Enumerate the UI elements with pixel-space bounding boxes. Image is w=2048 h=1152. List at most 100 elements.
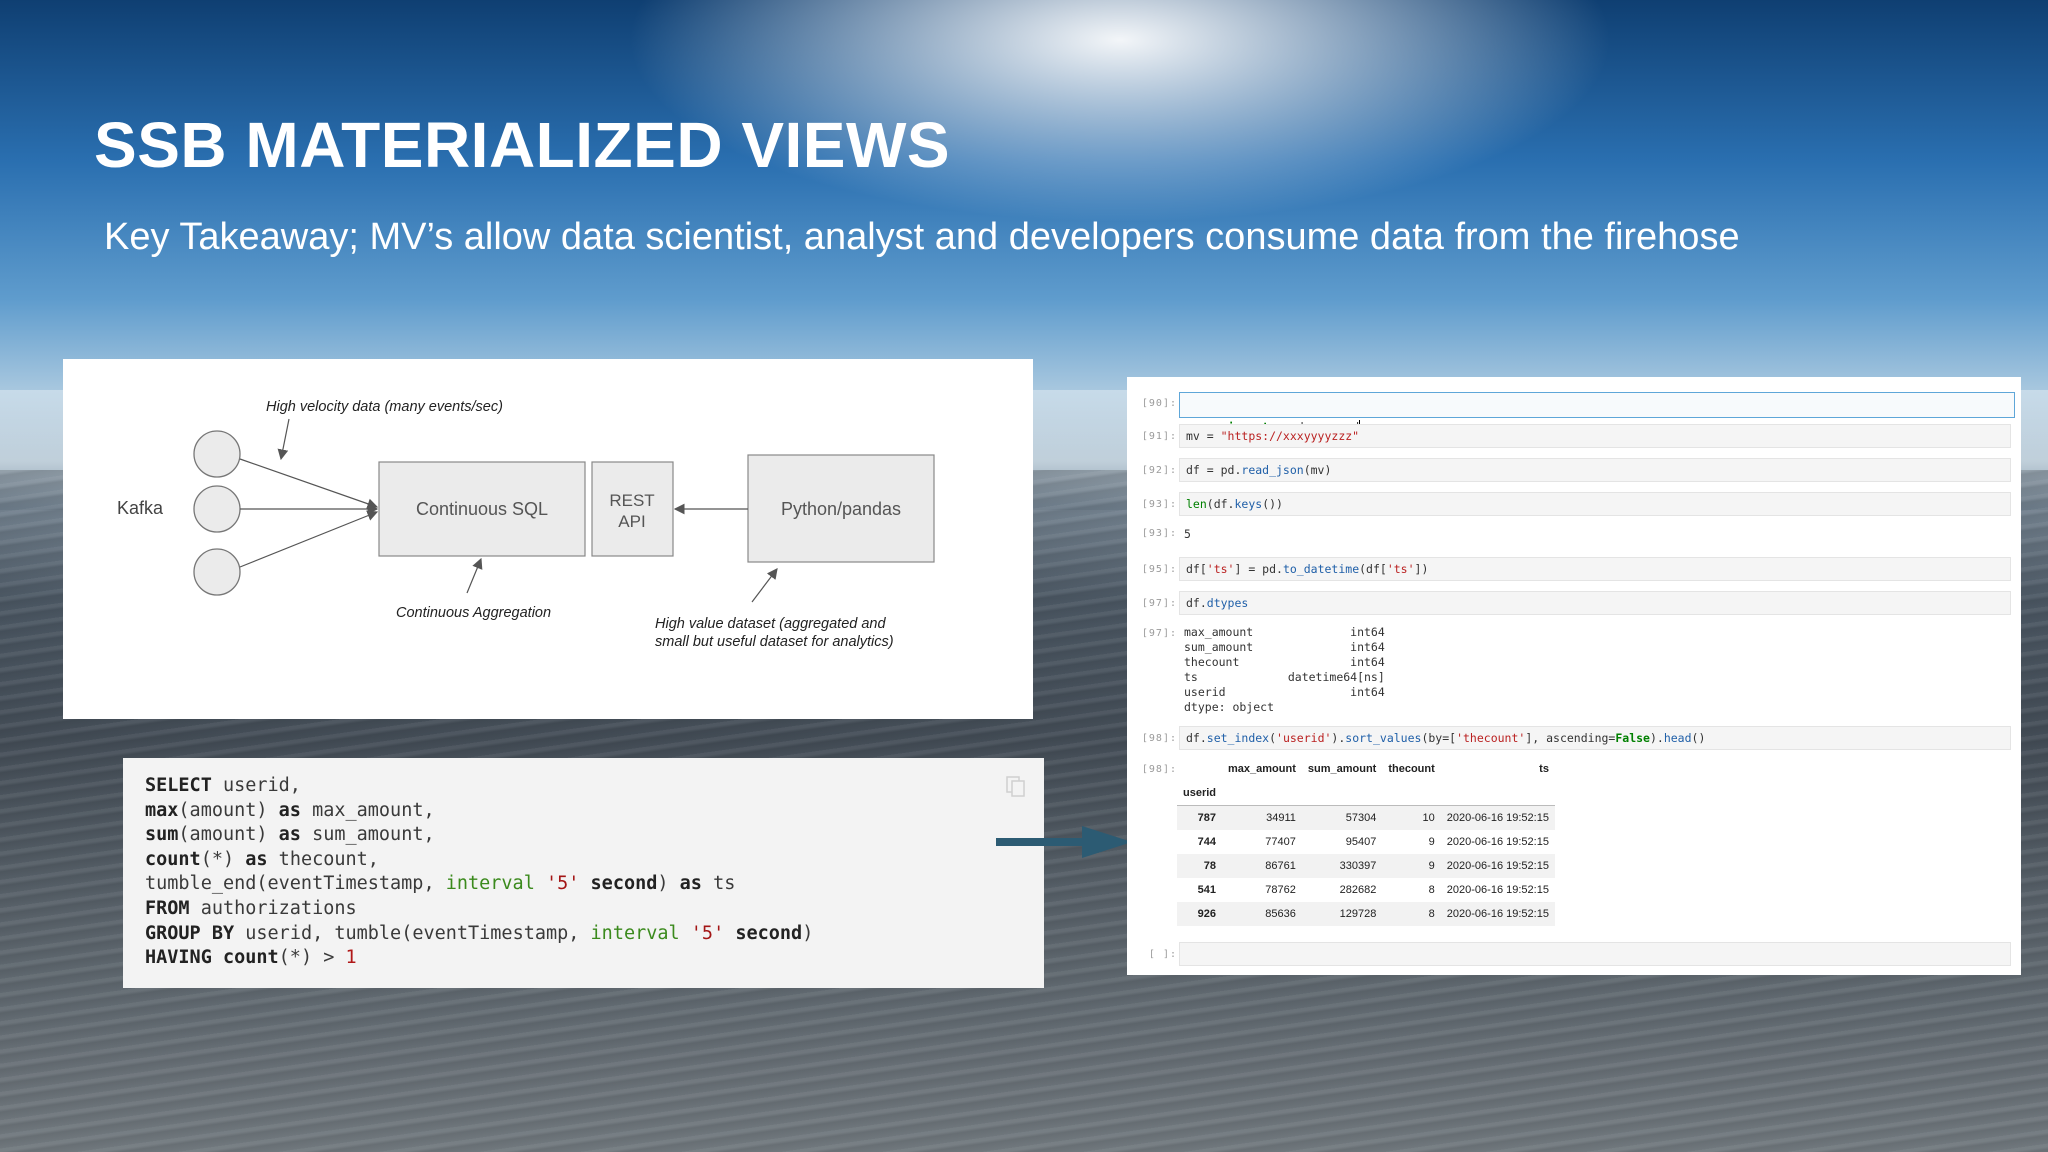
table-cell: 34911	[1266, 812, 1296, 824]
code-token: len	[1186, 497, 1207, 511]
sql-keyword: max	[145, 799, 179, 821]
sql-keyword: count	[145, 848, 201, 870]
sql-string: '5'	[545, 873, 580, 895]
sql-number: 1	[345, 947, 357, 969]
code-token: False	[1615, 731, 1650, 745]
code-input[interactable]: df = pd.read_json(mv)	[1179, 458, 2011, 482]
kafka-node-1	[193, 430, 241, 478]
table-cell: 77407	[1265, 836, 1296, 848]
table-cell: 129728	[1339, 908, 1377, 920]
table-cell: 787	[1197, 812, 1217, 824]
table-cell: 95407	[1345, 836, 1377, 848]
sql-keyword: as	[278, 799, 301, 821]
sql-line: count(*) as thecount,	[145, 848, 379, 870]
output-prompt: [98]:	[1141, 764, 1177, 775]
table-cell: 8	[1428, 908, 1435, 920]
empty-code-input[interactable]	[1179, 942, 2011, 966]
notebook-cell: [91]: mv = "https://xxxyyyyzzz"	[1127, 424, 2021, 450]
sql-keyword: interval	[445, 873, 535, 895]
sql-line: sum(amount) as sum_amount,	[145, 824, 435, 846]
sql-keyword: as	[245, 848, 268, 870]
table-cell: 10	[1422, 812, 1435, 824]
table-row: 926 85636 129728 8 2020-06-16 19:52:15	[1177, 902, 1555, 926]
connector-arrow-icon	[996, 826, 1132, 858]
cell-prompt: [97]:	[1141, 598, 1177, 609]
table-cell: 2020-06-16 19:52:15	[1446, 860, 1549, 872]
output-prompt: [93]:	[1141, 528, 1177, 539]
architecture-diagram: Kafka Continuous SQL REST API Python/pan…	[63, 359, 1033, 719]
output-text: 5	[1184, 527, 1191, 541]
code-token: read_json	[1241, 463, 1304, 477]
notebook-output: [97]: max_amount int64 sum_amount int64 …	[1127, 625, 2021, 715]
copy-icon[interactable]	[1006, 776, 1026, 798]
notebook-cell: [97]: df.dtypes	[1127, 591, 2021, 617]
sql-keyword: second	[590, 873, 658, 895]
index-header-row: userid	[1177, 781, 1555, 806]
cell-prompt: [91]:	[1141, 431, 1177, 442]
cell-prompt: [90]:	[1141, 398, 1177, 409]
code-token: sort_values	[1345, 731, 1422, 745]
output-prompt: [97]:	[1141, 628, 1177, 639]
code-token: keys	[1234, 497, 1263, 511]
code-token: head	[1663, 731, 1692, 745]
arrow-kafka1-sql	[239, 458, 379, 509]
code-input[interactable]: len(df.keys())	[1179, 492, 2011, 516]
code-token: dtypes	[1206, 596, 1249, 610]
table-cell: 2020-06-16 19:52:15	[1446, 908, 1549, 920]
code-input[interactable]: import pandas as pd	[1179, 392, 2015, 434]
table-cell: 2020-06-16 19:52:15	[1446, 836, 1549, 848]
table-cell: 744	[1197, 836, 1217, 848]
arrow-high-value	[751, 568, 778, 603]
high-value-annotation-line2: small but useful dataset for analytics)	[655, 634, 894, 650]
sql-code-block: SELECT userid, max(amount) as max_amount…	[123, 758, 1044, 988]
table-header-blank	[1177, 757, 1222, 781]
table-header-blank	[1440, 781, 1555, 806]
sql-line: HAVING count(*) > 1	[145, 947, 357, 969]
sql-keyword: SELECT	[145, 775, 212, 796]
code-input[interactable]: mv = "https://xxxyyyyzzz"	[1179, 424, 2011, 448]
notebook-cell: [93]: len(df.keys())	[1127, 492, 2021, 518]
dtypes-output: max_amount int64 sum_amount int64 thecou…	[1184, 625, 1385, 714]
slide-subtitle: Key Takeaway; MV’s allow data scientist,…	[104, 216, 1740, 258]
cell-prompt: [92]:	[1141, 465, 1177, 476]
sql-line: tumble_end(eventTimestamp, interval '5' …	[145, 873, 736, 895]
table-row: 787 34911 57304 10 2020-06-16 19:52:15	[1177, 805, 1555, 830]
index-header: userid	[1177, 781, 1223, 806]
column-header: sum_amount	[1307, 763, 1377, 775]
table-cell: 78762	[1265, 884, 1296, 896]
code-token: to_datetime	[1282, 562, 1360, 576]
table-cell: 86761	[1265, 860, 1296, 872]
table-cell: 57304	[1345, 812, 1377, 824]
cell-prompt: [95]:	[1141, 564, 1177, 575]
code-input[interactable]: df.set_index('userid').sort_values(by=['…	[1179, 726, 2011, 750]
kafka-node-2	[193, 485, 241, 533]
table-cell: 9	[1428, 836, 1435, 848]
table-header-blank	[1222, 781, 1302, 806]
table-cell: 541	[1197, 884, 1217, 896]
sql-line: max(amount) as max_amount,	[145, 799, 435, 821]
table-row: 541 78762 282682 8 2020-06-16 19:52:15	[1177, 878, 1555, 902]
table-cell: 330397	[1339, 860, 1377, 872]
diagram-canvas: Kafka Continuous SQL REST API Python/pan…	[117, 399, 935, 650]
sql-keyword: as	[278, 824, 301, 846]
rest-api-label-line1: REST	[609, 491, 654, 510]
sql-line: SELECT userid,	[145, 775, 301, 796]
sql-keyword: count	[222, 947, 279, 969]
sql-keyword: interval	[590, 922, 680, 944]
high-velocity-annotation: High velocity data (many events/sec)	[266, 399, 503, 415]
notebook-cell: [95]: df['ts'] = pd.to_datetime(df['ts']…	[1127, 557, 2021, 583]
cell-prompt: [ ]:	[1148, 949, 1177, 960]
table-cell: 282682	[1339, 884, 1377, 896]
code-input[interactable]: df.dtypes	[1179, 591, 2011, 615]
sql-keyword: second	[735, 922, 803, 944]
table-row: 78 86761 330397 9 2020-06-16 19:52:15	[1177, 854, 1555, 878]
code-input[interactable]: df['ts'] = pd.to_datetime(df['ts'])	[1179, 557, 2011, 581]
column-header: thecount	[1388, 763, 1435, 775]
notebook-cell: [98]: df.set_index('userid').sort_values…	[1127, 726, 2021, 752]
kafka-node-3	[193, 548, 241, 596]
table-header-row: max_amount sum_amount thecount ts	[1177, 757, 1555, 781]
kafka-label: Kafka	[117, 498, 164, 518]
sql-keyword: HAVING	[145, 947, 212, 969]
table-cell: 8	[1428, 884, 1435, 896]
dataframe-table: max_amount sum_amount thecount ts userid…	[1177, 757, 1555, 926]
